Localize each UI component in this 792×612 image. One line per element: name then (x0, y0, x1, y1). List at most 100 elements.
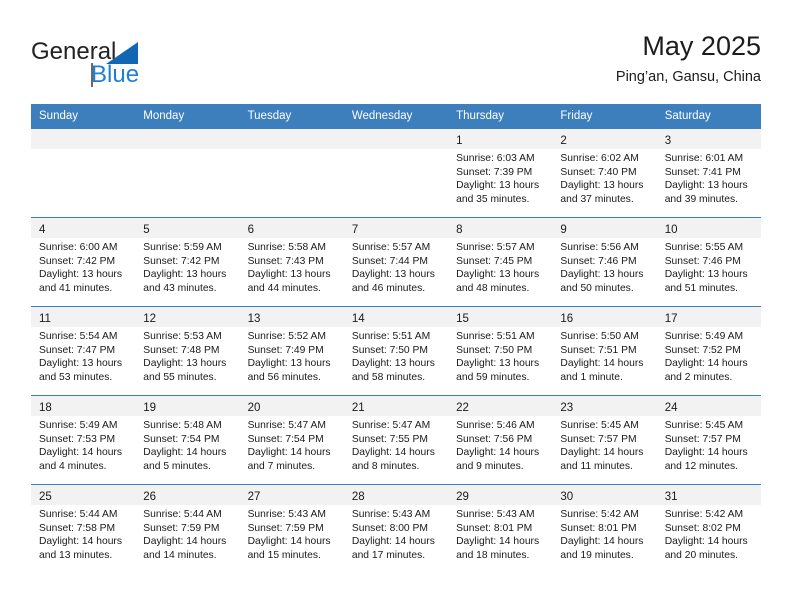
calendar-day-cell[interactable]: 6 Sunrise: 5:58 AM Sunset: 7:43 PM Daylight… (239, 218, 344, 306)
day-sun-info: Sunrise: 5:53 AM Sunset: 7:48 PM Daylight:… (135, 327, 239, 384)
general-blue-logo[interactable]: General Blue (31, 32, 261, 92)
sunset-time: Sunset: 7:58 PM (39, 522, 116, 534)
sunrise-time: Sunrise: 5:46 AM (456, 420, 535, 431)
calendar-day-cell[interactable]: 10 Sunrise: 5:55 AM Sunset: 7:46 PM Dayligh… (656, 218, 761, 306)
sunrise-time: Sunrise: 5:54 AM (39, 331, 118, 342)
day-number-band: 26 (135, 485, 240, 505)
daylight-duration-line2: and 44 minutes. (247, 282, 321, 294)
sunset-time: Sunset: 7:50 PM (456, 344, 533, 356)
calendar-day-cell[interactable]: 31 Sunrise: 5:42 AM Sunset: 8:02 PM Dayligh… (656, 485, 761, 573)
daylight-duration-line1: Daylight: 13 hours (351, 269, 435, 281)
day-number: 28 (351, 491, 365, 503)
day-number: 1 (456, 135, 463, 147)
calendar-day-cell[interactable]: 20 Sunrise: 5:47 AM Sunset: 7:54 PM Dayligh… (239, 396, 344, 484)
calendar-day-cell[interactable]: 30 Sunrise: 5:42 AM Sunset: 8:01 PM Dayligh… (552, 485, 657, 573)
day-number: 8 (456, 224, 463, 236)
day-number: 12 (143, 313, 157, 325)
sunset-time: Sunset: 7:44 PM (351, 255, 428, 267)
calendar-day-cell[interactable]: 24 Sunrise: 5:45 AM Sunset: 7:57 PM Dayligh… (656, 396, 761, 484)
calendar-day-cell[interactable]: 26 Sunrise: 5:44 AM Sunset: 7:59 PM Dayligh… (135, 485, 240, 573)
calendar-day-cell[interactable]: 19 Sunrise: 5:48 AM Sunset: 7:54 PM Dayligh… (135, 396, 240, 484)
calendar-day-cell[interactable]: 8 Sunrise: 5:57 AM Sunset: 7:45 PM Daylight… (448, 218, 553, 306)
calendar-day-cell[interactable]: 11 Sunrise: 5:54 AM Sunset: 7:47 PM Dayligh… (31, 307, 136, 395)
sunset-time: Sunset: 8:02 PM (664, 522, 741, 534)
daylight-duration-line1: Daylight: 14 hours (39, 447, 122, 459)
day-sun-info: Sunrise: 5:56 AM Sunset: 7:46 PM Daylight:… (552, 238, 656, 295)
day-sun-info: Sunrise: 5:51 AM Sunset: 7:50 PM Daylight:… (344, 327, 448, 384)
sunrise-time: Sunrise: 5:49 AM (39, 420, 118, 431)
calendar-day-cell[interactable]: 21 Sunrise: 5:47 AM Sunset: 7:55 PM Dayligh… (343, 396, 449, 484)
day-sun-info: Sunrise: 5:43 AM Sunset: 8:01 PM Daylight:… (448, 505, 552, 562)
day-sun-info: Sunrise: 5:57 AM Sunset: 7:45 PM Daylight:… (448, 238, 552, 295)
day-sun-info: Sunrise: 6:02 AM Sunset: 7:40 PM Daylight:… (552, 149, 656, 206)
sunset-time: Sunset: 7:46 PM (560, 255, 637, 267)
day-sun-info: Sunrise: 5:46 AM Sunset: 7:56 PM Daylight:… (448, 416, 552, 473)
daylight-duration-line2: and 13 minutes. (39, 549, 113, 561)
calendar-week-row: 4 Sunrise: 6:00 AM Sunset: 7:42 PM Daylight… (31, 217, 761, 306)
daylight-duration-line1: Daylight: 14 hours (560, 358, 644, 370)
calendar-day-cell[interactable]: 3 Sunrise: 6:01 AM Sunset: 7:41 PM Daylight… (656, 129, 761, 217)
day-number: 20 (247, 402, 261, 414)
day-sun-info: Sunrise: 5:54 AM Sunset: 7:47 PM Daylight:… (31, 327, 135, 384)
page-subtitle: Ping’an, Gansu, China (615, 69, 761, 85)
daylight-duration-line1: Daylight: 14 hours (39, 536, 122, 548)
calendar-day-cell[interactable]: 9 Sunrise: 5:56 AM Sunset: 7:46 PM Daylight… (552, 218, 657, 306)
daylight-duration-line2: and 7 minutes. (247, 460, 316, 472)
calendar-day-cell[interactable]: 29 Sunrise: 5:43 AM Sunset: 8:01 PM Dayligh… (448, 485, 553, 573)
sunrise-time: Sunrise: 5:58 AM (247, 242, 326, 253)
daylight-duration-line1: Daylight: 13 hours (456, 358, 540, 370)
daylight-duration-line2: and 12 minutes. (664, 460, 738, 472)
sunset-time: Sunset: 7:57 PM (560, 433, 637, 445)
daylight-duration-line2: and 15 minutes. (247, 549, 321, 561)
daylight-duration-line2: and 11 minutes. (560, 460, 633, 472)
sunrise-time: Sunrise: 5:42 AM (664, 509, 744, 520)
calendar-day-cell[interactable]: 23 Sunrise: 5:45 AM Sunset: 7:57 PM Dayligh… (552, 396, 657, 484)
calendar-day-cell[interactable]: 7 Sunrise: 5:57 AM Sunset: 7:44 PM Daylight… (343, 218, 449, 306)
calendar-day-cell[interactable]: 5 Sunrise: 5:59 AM Sunset: 7:42 PM Daylight… (135, 218, 240, 306)
weekday-header-monday: Monday (143, 110, 185, 122)
day-sun-info: Sunrise: 5:52 AM Sunset: 7:49 PM Daylight:… (240, 327, 344, 384)
calendar-day-cell[interactable]: 27 Sunrise: 5:43 AM Sunset: 7:59 PM Dayligh… (239, 485, 344, 573)
daylight-duration-line2: and 59 minutes. (456, 371, 530, 383)
calendar-day-cell[interactable]: 28 Sunrise: 5:43 AM Sunset: 8:00 PM Dayligh… (343, 485, 449, 573)
daylight-duration-line1: Daylight: 13 hours (560, 180, 644, 192)
daylight-duration-line1: Daylight: 13 hours (143, 358, 227, 370)
daylight-duration-line2: and 41 minutes. (39, 282, 113, 294)
daylight-duration-line2: and 51 minutes. (664, 282, 738, 294)
daylight-duration-line1: Daylight: 13 hours (247, 358, 331, 370)
calendar-day-cell[interactable]: 17 Sunrise: 5:49 AM Sunset: 7:52 PM Dayligh… (656, 307, 761, 395)
calendar-day-cell[interactable]: 1 Sunrise: 6:03 AM Sunset: 7:39 PM Daylight… (448, 129, 553, 217)
calendar-day-cell[interactable]: 22 Sunrise: 5:46 AM Sunset: 7:56 PM Dayligh… (448, 396, 553, 484)
sunrise-time: Sunrise: 5:42 AM (560, 509, 639, 520)
daylight-duration-line2: and 20 minutes. (664, 549, 738, 561)
sunrise-time: Sunrise: 5:50 AM (560, 331, 639, 342)
page-title: May 2025 (642, 31, 761, 61)
sunset-time: Sunset: 7:54 PM (143, 433, 220, 445)
sunrise-time: Sunrise: 5:47 AM (351, 420, 431, 431)
calendar-day-cell[interactable]: 12 Sunrise: 5:53 AM Sunset: 7:48 PM Dayligh… (135, 307, 240, 395)
daylight-duration-line2: and 48 minutes. (456, 282, 530, 294)
sunset-time: Sunset: 7:42 PM (39, 255, 116, 267)
calendar-weeks: 1 Sunrise: 6:03 AM Sunset: 7:39 PM Daylight… (31, 129, 761, 573)
sunrise-time: Sunrise: 6:00 AM (39, 242, 118, 253)
day-number: 27 (247, 491, 261, 503)
day-sun-info: Sunrise: 5:45 AM Sunset: 7:57 PM Daylight:… (552, 416, 656, 473)
day-number-band: 4 (31, 218, 136, 238)
calendar-day-cell[interactable]: 25 Sunrise: 5:44 AM Sunset: 7:58 PM Dayligh… (31, 485, 136, 573)
calendar-day-cell[interactable]: 4 Sunrise: 6:00 AM Sunset: 7:42 PM Daylight… (31, 218, 136, 306)
sunset-time: Sunset: 7:43 PM (247, 255, 324, 267)
calendar-day-cell[interactable]: 16 Sunrise: 5:50 AM Sunset: 7:51 PM Dayligh… (552, 307, 657, 395)
daylight-duration-line2: and 8 minutes. (351, 460, 420, 472)
weekday-header-wednesday: Wednesday (351, 110, 413, 122)
daylight-duration-line1: Daylight: 14 hours (247, 536, 331, 548)
day-number-band: 18 (31, 396, 136, 416)
calendar-day-cell[interactable]: 13 Sunrise: 5:52 AM Sunset: 7:49 PM Dayligh… (239, 307, 344, 395)
calendar-day-cell[interactable]: 15 Sunrise: 5:51 AM Sunset: 7:50 PM Dayligh… (448, 307, 553, 395)
calendar-day-cell[interactable]: 14 Sunrise: 5:51 AM Sunset: 7:50 PM Dayligh… (343, 307, 449, 395)
sunset-time: Sunset: 7:46 PM (664, 255, 741, 267)
logo-text-blue: Blue (91, 61, 140, 88)
day-number-band: 27 (239, 485, 344, 505)
calendar-day-cell[interactable]: 2 Sunrise: 6:02 AM Sunset: 7:40 PM Daylight… (552, 129, 657, 217)
calendar-day-cell[interactable]: 18 Sunrise: 5:49 AM Sunset: 7:53 PM Dayligh… (31, 396, 136, 484)
calendar-week-row: 1 Sunrise: 6:03 AM Sunset: 7:39 PM Daylight… (31, 129, 761, 217)
